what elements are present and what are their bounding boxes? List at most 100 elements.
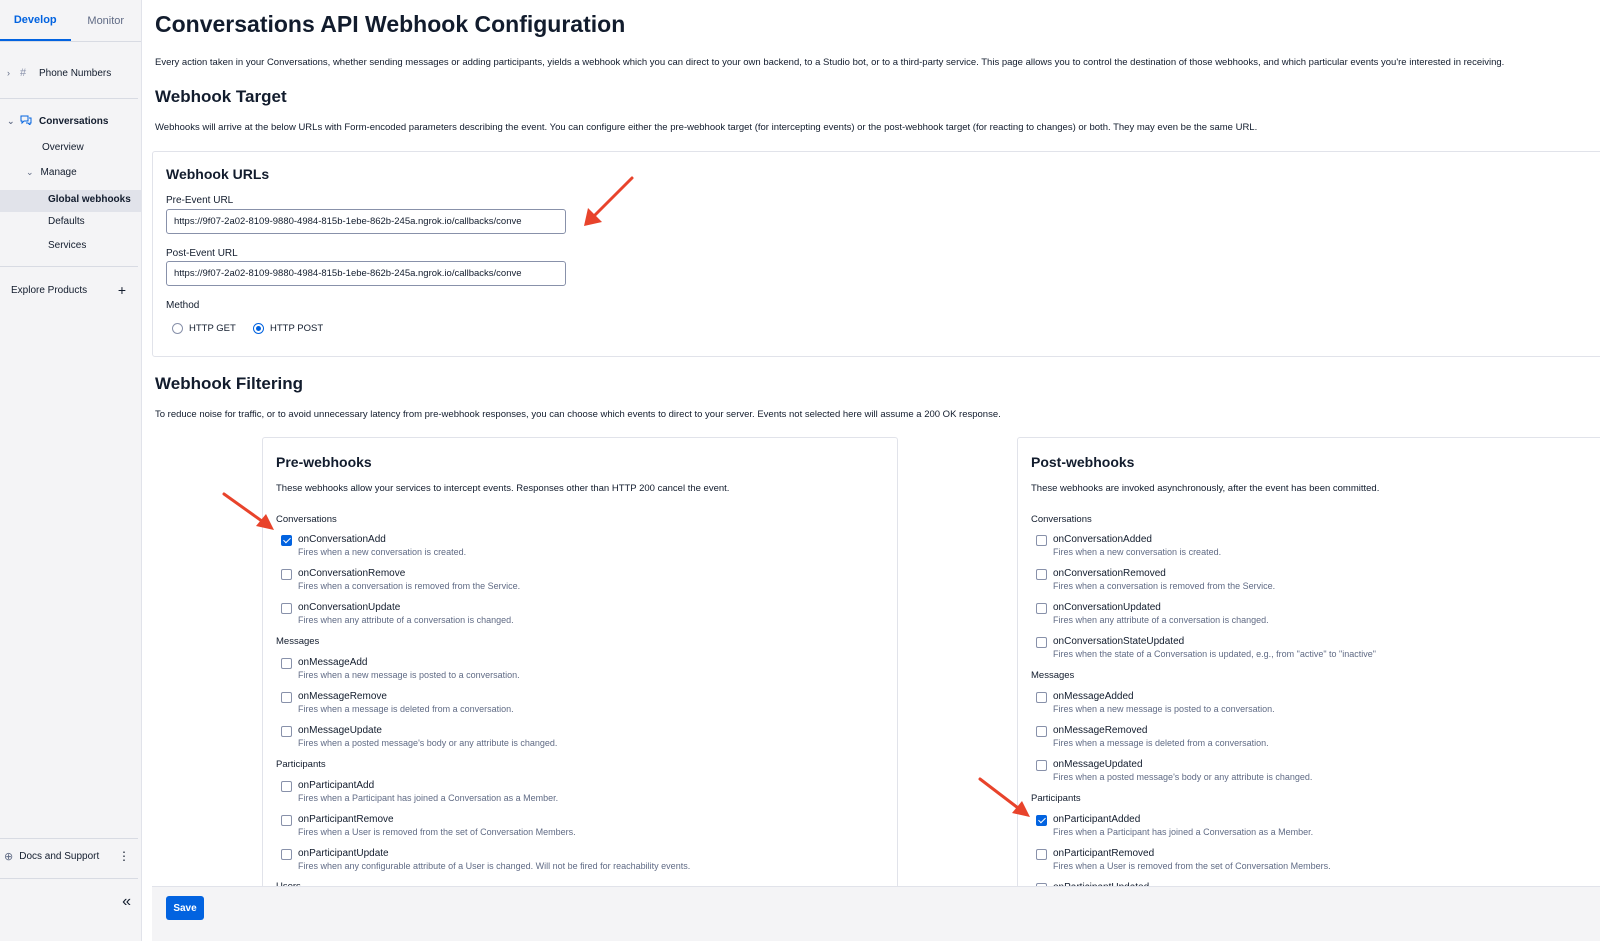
sidebar-item-label: Docs and Support — [19, 850, 100, 862]
tab-monitor[interactable]: Monitor — [71, 0, 142, 41]
event-name: onConversationAdded — [1053, 534, 1152, 545]
event-checkbox[interactable] — [281, 815, 292, 826]
webhook-urls-card: Webhook URLs Pre-Event URL Post-Event UR… — [152, 151, 1600, 357]
event-name: onConversationRemoved — [1053, 568, 1166, 579]
more-vertical-icon[interactable]: ⋮ — [118, 849, 130, 863]
event-checkbox[interactable] — [1036, 726, 1047, 737]
event-checkbox[interactable] — [281, 535, 292, 546]
sidebar-item-docs-support[interactable]: ⊕ Docs and Support ⋮ — [0, 846, 142, 866]
event-description: Fires when any attribute of a conversati… — [298, 615, 514, 625]
sidebar-item-label: Explore Products — [11, 284, 88, 296]
post-event-url-input[interactable] — [166, 261, 566, 286]
sidebar-item-label: Phone Numbers — [39, 67, 112, 79]
chevron-down-icon: ⌄ — [7, 115, 15, 126]
post-webhooks-description: These webhooks are invoked asynchronousl… — [1031, 483, 1380, 494]
main-content: Conversations API Webhook Configuration … — [142, 0, 1600, 941]
method-get-radio[interactable]: HTTP GET — [172, 323, 236, 334]
event-name: onMessageRemoved — [1053, 725, 1148, 736]
event-description: Fires when a Participant has joined a Co… — [1053, 827, 1314, 837]
event-description: Fires when a posted message's body or an… — [298, 738, 558, 748]
event-description: Fires when a Participant has joined a Co… — [298, 793, 559, 803]
event-checkbox[interactable] — [281, 781, 292, 792]
event-name: onMessageRemove — [298, 691, 387, 702]
plus-icon[interactable]: + — [118, 282, 126, 298]
event-description: Fires when a new conversation is created… — [1053, 547, 1222, 557]
event-name: onParticipantAdd — [298, 780, 375, 791]
sidebar-item-explore-products[interactable]: Explore Products + — [0, 280, 142, 300]
chevron-down-icon: ⌄ — [26, 167, 34, 177]
event-checkbox[interactable] — [281, 726, 292, 737]
page-intro: Every action taken in your Conversations… — [155, 57, 1505, 68]
event-checkbox[interactable] — [1036, 815, 1047, 826]
event-checkbox[interactable] — [1036, 760, 1047, 771]
event-checkbox[interactable] — [281, 692, 292, 703]
event-description: Fires when a User is removed from the se… — [298, 827, 576, 837]
group-messages: Messages — [276, 636, 320, 647]
pre-event-url-label: Pre-Event URL — [166, 195, 234, 206]
pre-webhooks-description: These webhooks allow your services to in… — [276, 483, 730, 494]
sidebar-item-manage[interactable]: ⌄ Manage — [26, 167, 77, 178]
event-name: onParticipantRemoved — [1053, 848, 1155, 859]
footer-bar: Save — [152, 886, 1600, 941]
event-description: Fires when a message is deleted from a c… — [298, 704, 514, 714]
event-checkbox[interactable] — [1036, 849, 1047, 860]
radio-label: HTTP POST — [270, 323, 324, 334]
collapse-sidebar-icon[interactable]: « — [122, 893, 131, 913]
pre-event-url-input[interactable] — [166, 209, 566, 234]
method-post-radio[interactable]: HTTP POST — [253, 323, 323, 334]
event-checkbox[interactable] — [281, 658, 292, 669]
event-name: onConversationRemove — [298, 568, 406, 579]
webhook-target-description: Webhooks will arrive at the below URLs w… — [155, 122, 1258, 133]
sidebar-item-overview[interactable]: Overview — [42, 142, 84, 153]
event-name: onMessageAdded — [1053, 691, 1134, 702]
event-description: Fires when a conversation is removed fro… — [1053, 581, 1276, 591]
event-description: Fires when a User is removed from the se… — [1053, 861, 1331, 871]
event-name: onMessageAdd — [298, 657, 368, 668]
event-checkbox[interactable] — [1036, 603, 1047, 614]
sidebar-divider — [0, 266, 138, 267]
hash-icon: # — [20, 67, 27, 79]
sidebar-item-defaults[interactable]: Defaults — [48, 216, 85, 227]
radio-button[interactable] — [172, 323, 183, 334]
method-label: Method — [166, 300, 200, 311]
group-messages: Messages — [1031, 670, 1075, 681]
webhook-filtering-description: To reduce noise for traffic, or to avoid… — [155, 409, 1001, 420]
event-name: onParticipantAdded — [1053, 814, 1141, 825]
sidebar: Develop Monitor › # Phone Numbers ⌄ Conv… — [0, 0, 142, 941]
event-description: Fires when a message is deleted from a c… — [1053, 738, 1269, 748]
event-checkbox[interactable] — [281, 849, 292, 860]
event-description: Fires when any configurable attribute of… — [298, 861, 691, 871]
event-name: onParticipantRemove — [298, 814, 394, 825]
sidebar-item-global-webhooks[interactable]: Global webhooks — [48, 194, 131, 205]
sidebar-item-label: Conversations — [39, 115, 109, 127]
event-checkbox[interactable] — [1036, 569, 1047, 580]
save-button[interactable]: Save — [166, 896, 204, 920]
event-description: Fires when a new message is posted to a … — [298, 670, 520, 680]
page-title: Conversations API Webhook Configuration — [155, 11, 626, 37]
event-name: onMessageUpdate — [298, 725, 382, 736]
sidebar-tabs: Develop Monitor — [0, 0, 141, 42]
webhook-urls-title: Webhook URLs — [166, 166, 270, 182]
post-webhooks-card: Post-webhooks These webhooks are invoked… — [1017, 437, 1600, 941]
event-checkbox[interactable] — [281, 569, 292, 580]
radio-label: HTTP GET — [189, 323, 236, 334]
pre-webhooks-card: Pre-webhooks These webhooks allow your s… — [262, 437, 898, 941]
sidebar-divider — [0, 98, 138, 99]
post-event-url-label: Post-Event URL — [166, 248, 238, 259]
radio-button[interactable] — [253, 323, 264, 334]
event-checkbox[interactable] — [281, 603, 292, 614]
sidebar-item-phone-numbers[interactable]: › # Phone Numbers — [0, 63, 142, 83]
event-checkbox[interactable] — [1036, 692, 1047, 703]
support-icon: ⊕ — [4, 850, 14, 863]
event-checkbox[interactable] — [1036, 637, 1047, 648]
sidebar-divider — [0, 838, 138, 839]
event-name: onConversationUpdate — [298, 602, 401, 613]
webhook-target-heading: Webhook Target — [155, 87, 287, 106]
group-conversations: Conversations — [1031, 514, 1092, 525]
event-name: onConversationAdd — [298, 534, 386, 545]
event-checkbox[interactable] — [1036, 535, 1047, 546]
sidebar-item-conversations[interactable]: ⌄ Conversations — [0, 111, 142, 131]
event-description: Fires when the state of a Conversation i… — [1053, 649, 1376, 659]
sidebar-item-services[interactable]: Services — [48, 240, 86, 251]
tab-develop[interactable]: Develop — [0, 0, 71, 41]
